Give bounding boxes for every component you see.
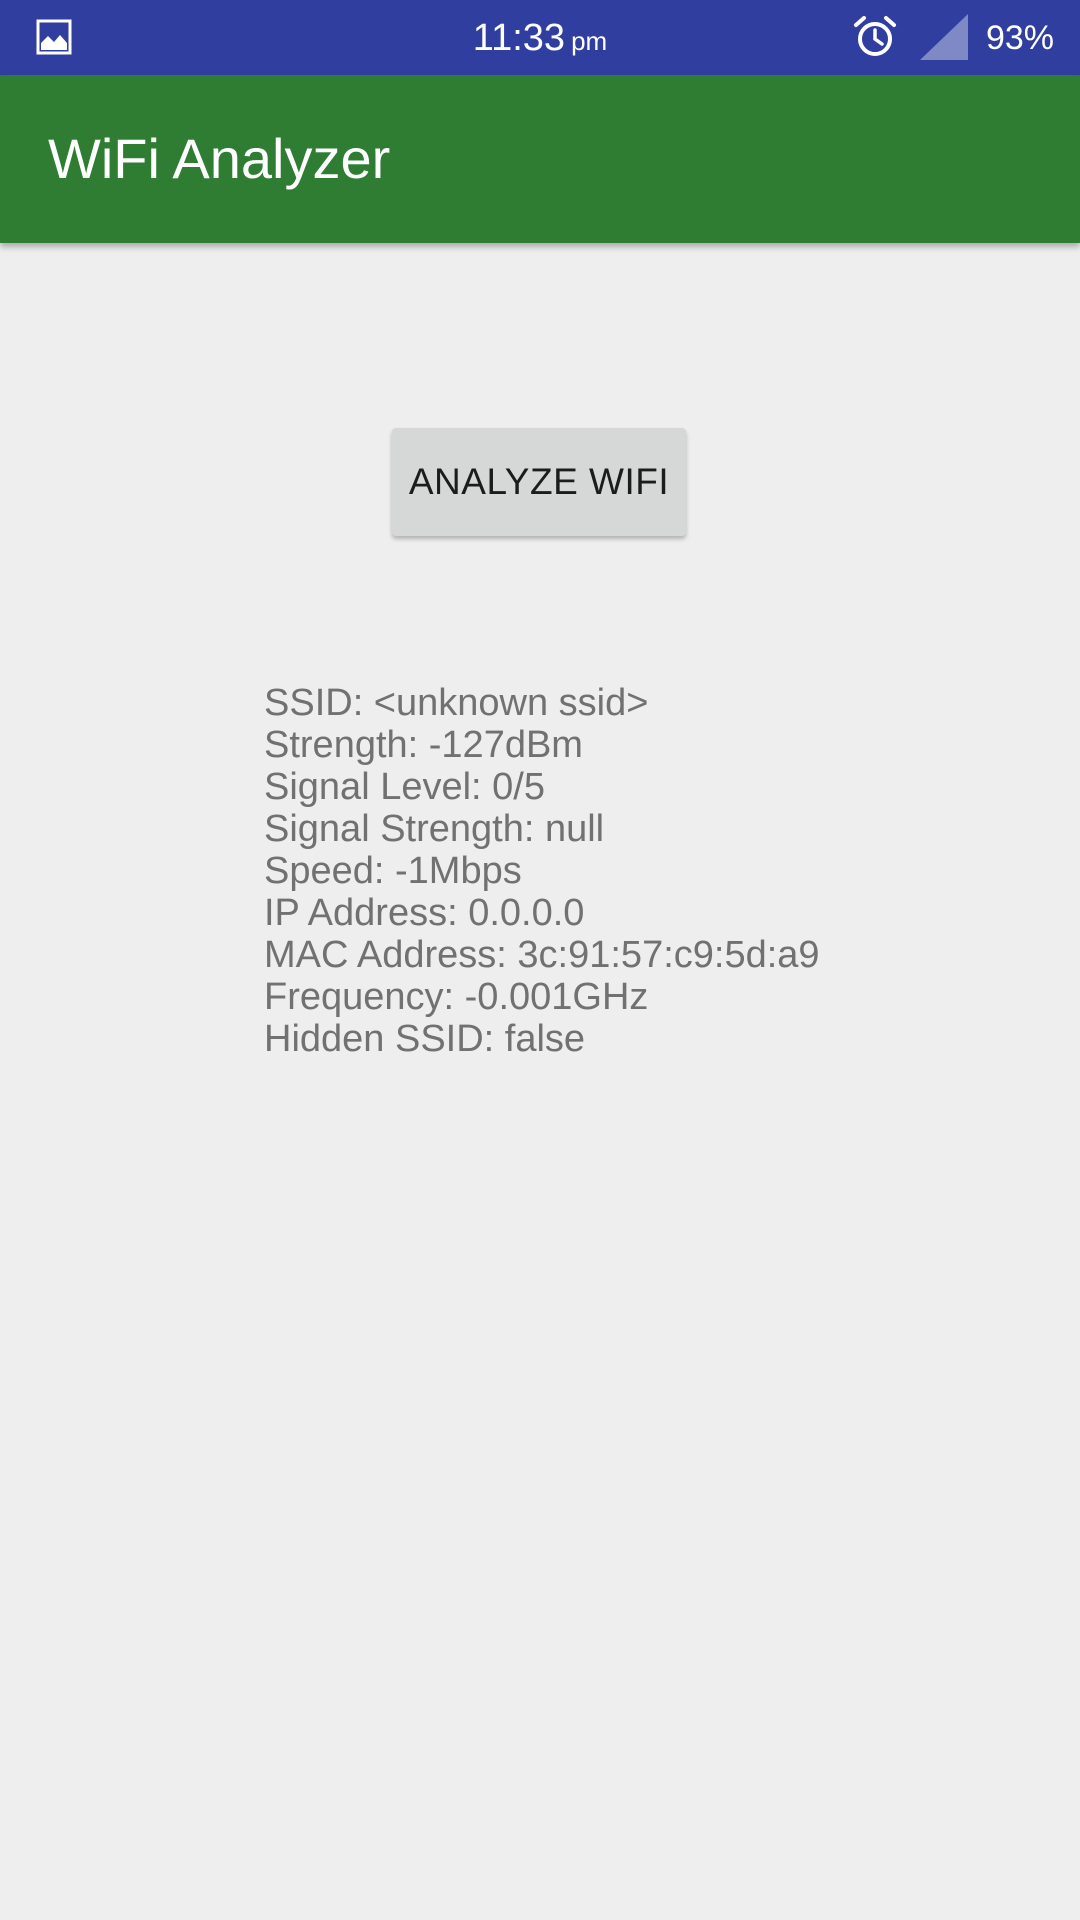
battery-percent: 93% [985, 19, 1054, 57]
info-ssid: SSID: <unknown ssid> [264, 682, 649, 724]
info-mac-address: MAC Address: 3c:91:57:c9:5d:a9 [264, 934, 820, 976]
info-frequency: Frequency: -0.001GHz [264, 976, 649, 1018]
signal-icon [920, 14, 968, 60]
info-hidden-ssid: Hidden SSID: false [264, 1018, 586, 1060]
info-signal-strength: Signal Strength: null [264, 808, 605, 850]
wifi-info: SSID: <unknown ssid> Strength: -127dBm S… [264, 682, 820, 1060]
app-bar: WiFi Analyzer [0, 75, 1080, 243]
status-time: 11:33 [472, 17, 566, 59]
status-ampm: pm [571, 26, 608, 56]
info-speed: Speed: -1Mbps [264, 850, 522, 892]
status-bar: 11:33 pm 93% [0, 0, 1080, 75]
app-title: WiFi Analyzer [48, 127, 391, 190]
info-ip-address: IP Address: 0.0.0.0 [264, 892, 585, 934]
analyze-wifi-button[interactable]: ANALYZE WIFI [392, 428, 686, 536]
alarm-icon [854, 16, 896, 56]
info-signal-level: Signal Level: 0/5 [264, 766, 545, 808]
info-strength: Strength: -127dBm [264, 724, 583, 766]
